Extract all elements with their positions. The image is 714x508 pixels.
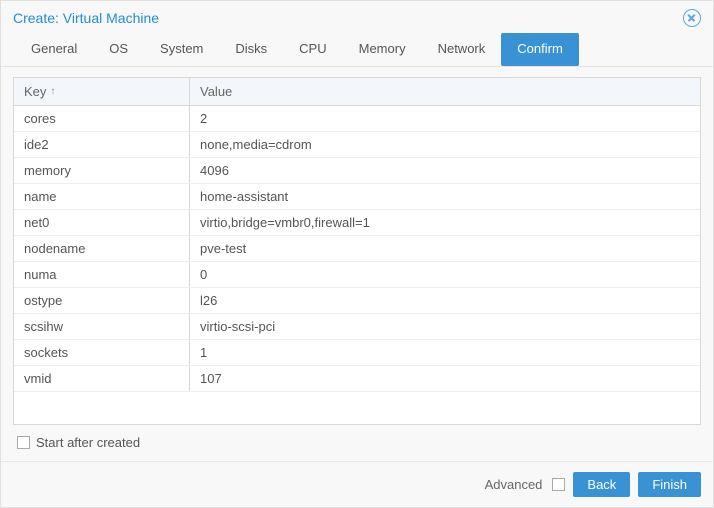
grid-header: Key ↑ Value xyxy=(14,78,700,106)
start-after-checkbox[interactable] xyxy=(17,436,30,449)
cell-value: 0 xyxy=(190,262,700,287)
summary-grid: Key ↑ Value cores 2 ide2 none,media=cdro… xyxy=(13,77,701,425)
grid-body: cores 2 ide2 none,media=cdrom memory 409… xyxy=(14,106,700,424)
cell-key: scsihw xyxy=(14,314,190,339)
tab-system[interactable]: System xyxy=(144,33,219,66)
tab-disks[interactable]: Disks xyxy=(219,33,283,66)
table-row[interactable]: numa 0 xyxy=(14,262,700,288)
close-icon[interactable] xyxy=(683,9,701,27)
column-header-value-label: Value xyxy=(200,84,232,99)
cell-value: pve-test xyxy=(190,236,700,261)
table-row[interactable]: scsihw virtio-scsi-pci xyxy=(14,314,700,340)
cell-value: l26 xyxy=(190,288,700,313)
tab-memory[interactable]: Memory xyxy=(343,33,422,66)
cell-value: 1 xyxy=(190,340,700,365)
tab-confirm[interactable]: Confirm xyxy=(501,33,579,66)
tab-network[interactable]: Network xyxy=(422,33,502,66)
sort-asc-icon: ↑ xyxy=(50,86,55,97)
cell-key: name xyxy=(14,184,190,209)
table-row[interactable]: nodename pve-test xyxy=(14,236,700,262)
cell-key: ide2 xyxy=(14,132,190,157)
cell-value: 2 xyxy=(190,106,700,131)
finish-button[interactable]: Finish xyxy=(638,472,701,497)
cell-key: nodename xyxy=(14,236,190,261)
dialog-footer: Advanced Back Finish xyxy=(1,461,713,507)
advanced-label: Advanced xyxy=(485,477,543,492)
table-row[interactable]: memory 4096 xyxy=(14,158,700,184)
table-row[interactable]: net0 virtio,bridge=vmbr0,firewall=1 xyxy=(14,210,700,236)
cell-key: ostype xyxy=(14,288,190,313)
cell-key: memory xyxy=(14,158,190,183)
start-after-row: Start after created xyxy=(13,425,701,450)
cell-value: virtio,bridge=vmbr0,firewall=1 xyxy=(190,210,700,235)
cell-key: cores xyxy=(14,106,190,131)
table-row[interactable]: vmid 107 xyxy=(14,366,700,392)
advanced-checkbox[interactable] xyxy=(552,478,565,491)
table-row[interactable]: cores 2 xyxy=(14,106,700,132)
wizard-tabs: General OS System Disks CPU Memory Netwo… xyxy=(1,33,713,67)
create-vm-dialog: Create: Virtual Machine General OS Syste… xyxy=(0,0,714,508)
cell-key: vmid xyxy=(14,366,190,391)
cell-value: none,media=cdrom xyxy=(190,132,700,157)
cell-value: home-assistant xyxy=(190,184,700,209)
dialog-body: Key ↑ Value cores 2 ide2 none,media=cdro… xyxy=(1,67,713,461)
table-row[interactable]: sockets 1 xyxy=(14,340,700,366)
table-row[interactable]: name home-assistant xyxy=(14,184,700,210)
cell-key: numa xyxy=(14,262,190,287)
dialog-header: Create: Virtual Machine xyxy=(1,1,713,33)
cell-value: virtio-scsi-pci xyxy=(190,314,700,339)
table-row[interactable]: ide2 none,media=cdrom xyxy=(14,132,700,158)
column-header-value[interactable]: Value xyxy=(190,78,700,105)
column-header-key-label: Key xyxy=(24,84,46,99)
tab-cpu[interactable]: CPU xyxy=(283,33,342,66)
tab-os[interactable]: OS xyxy=(93,33,144,66)
cell-value: 107 xyxy=(190,366,700,391)
cell-value: 4096 xyxy=(190,158,700,183)
start-after-label: Start after created xyxy=(36,435,140,450)
table-row[interactable]: ostype l26 xyxy=(14,288,700,314)
dialog-title: Create: Virtual Machine xyxy=(13,10,159,26)
back-button[interactable]: Back xyxy=(573,472,630,497)
cell-key: net0 xyxy=(14,210,190,235)
tab-general[interactable]: General xyxy=(15,33,93,66)
cell-key: sockets xyxy=(14,340,190,365)
column-header-key[interactable]: Key ↑ xyxy=(14,78,190,105)
